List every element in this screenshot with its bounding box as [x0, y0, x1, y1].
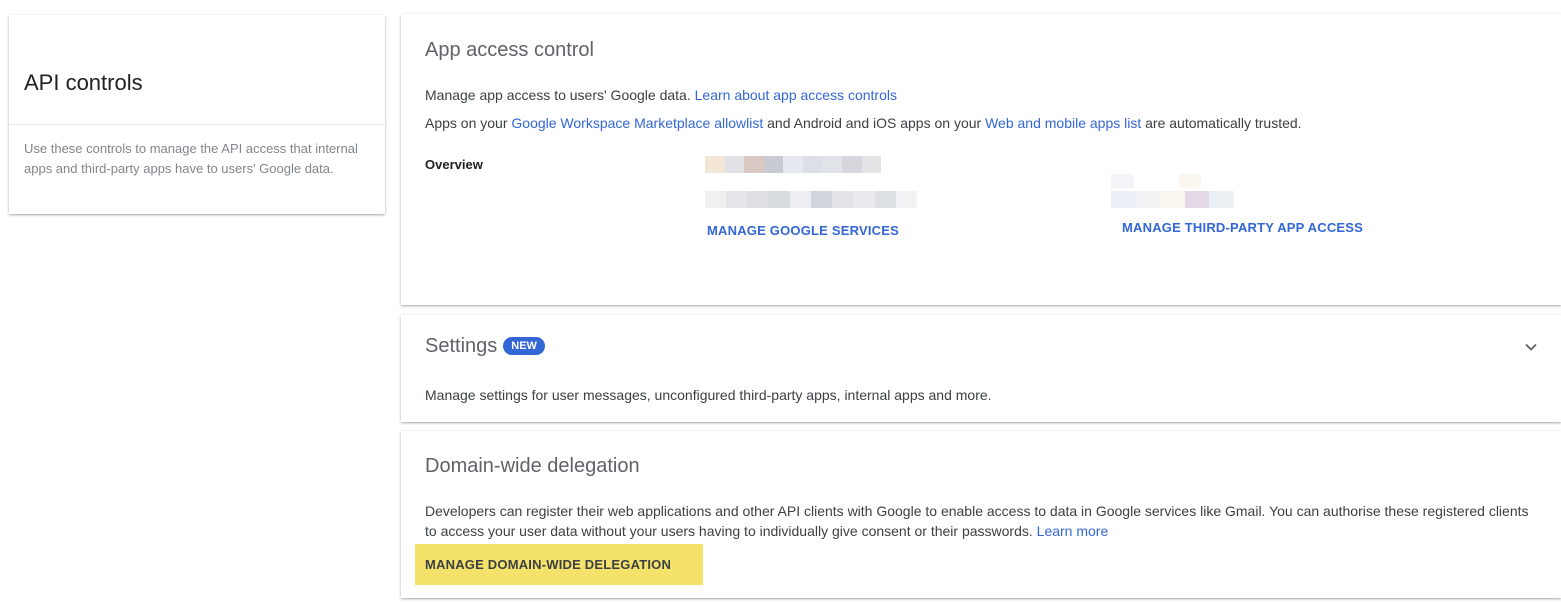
manage-third-party-app-access-button[interactable]: MANAGE THIRD-PARTY APP ACCESS: [1122, 220, 1363, 235]
marketplace-allowlist-link[interactable]: Google Workspace Marketplace allowlist: [511, 115, 763, 131]
divider: [9, 124, 385, 125]
learn-more-link[interactable]: Learn more: [1037, 523, 1109, 539]
settings-card[interactable]: Settings NEW Manage settings for user mes…: [401, 315, 1561, 422]
web-mobile-apps-link[interactable]: Web and mobile apps list: [985, 115, 1141, 131]
trusted-post: are automatically trusted.: [1141, 115, 1302, 131]
manage-domain-wide-delegation-label: MANAGE DOMAIN-WIDE DELEGATION: [425, 557, 672, 572]
overview-label: Overview: [425, 157, 483, 172]
redacted-stat: [1111, 191, 1234, 208]
redacted-stat: [1111, 174, 1201, 188]
manage-google-services-button[interactable]: MANAGE GOOGLE SERVICES: [707, 223, 899, 238]
trusted-apps-text: Apps on your Google Workspace Marketplac…: [425, 113, 1302, 133]
app-access-intro-text: Manage app access to users' Google data.: [425, 87, 695, 103]
delegation-description-line2: to access your user data without your us…: [425, 521, 1108, 541]
redacted-stat: [705, 156, 882, 173]
domain-wide-delegation-card: Domain-wide delegation Developers can re…: [401, 431, 1561, 598]
settings-description: Manage settings for user messages, uncon…: [425, 387, 992, 403]
redacted-stat: [705, 191, 918, 208]
trusted-mid: and Android and iOS apps on your: [763, 115, 986, 131]
api-controls-card: API controls Use these controls to manag…: [9, 15, 385, 214]
app-access-control-card: App access control Manage app access to …: [401, 14, 1561, 305]
manage-domain-wide-delegation-button[interactable]: MANAGE DOMAIN-WIDE DELEGATION: [415, 544, 703, 585]
settings-title: Settings NEW: [425, 335, 545, 358]
delegation-line2-text: to access your user data without your us…: [425, 523, 1037, 539]
learn-about-app-access-link[interactable]: Learn about app access controls: [695, 87, 897, 103]
app-access-intro: Manage app access to users' Google data.…: [425, 85, 897, 105]
chevron-down-icon[interactable]: [1523, 339, 1539, 355]
page-title: API controls: [24, 70, 143, 95]
trusted-pre: Apps on your: [425, 115, 512, 131]
app-access-title: App access control: [425, 39, 594, 61]
new-badge: NEW: [503, 337, 545, 355]
page-description: Use these controls to manage the API acc…: [24, 141, 358, 176]
delegation-title: Domain-wide delegation: [425, 455, 640, 477]
delegation-description-line1: Developers can register their web applic…: [425, 503, 1529, 519]
settings-title-text: Settings: [425, 335, 498, 357]
